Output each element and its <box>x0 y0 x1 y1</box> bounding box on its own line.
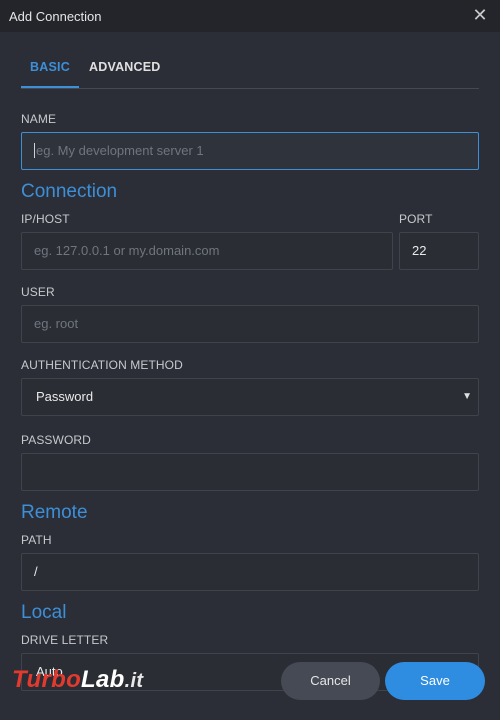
watermark-part-3: .it <box>124 670 144 692</box>
host-placeholder: eg. 127.0.0.1 or my.domain.com <box>34 243 220 258</box>
tab-bar: BASIC ADVANCED <box>21 52 479 89</box>
user-placeholder: eg. root <box>34 316 79 331</box>
path-label: PATH <box>21 533 52 547</box>
port-input[interactable]: 22 <box>399 232 479 270</box>
host-input[interactable]: eg. 127.0.0.1 or my.domain.com <box>21 232 393 270</box>
port-label: PORT <box>399 212 433 226</box>
tab-advanced[interactable]: ADVANCED <box>89 52 161 86</box>
tab-basic[interactable]: BASIC <box>21 52 79 88</box>
watermark-part-2: Lab <box>81 666 125 693</box>
window-title: Add Connection <box>9 9 102 24</box>
section-connection: Connection <box>21 181 118 202</box>
path-input[interactable]: / <box>21 553 479 591</box>
title-bar: Add Connection ✕ <box>0 0 500 32</box>
user-input[interactable]: eg. root <box>21 305 479 343</box>
password-label: PASSWORD <box>21 433 91 447</box>
user-label: USER <box>21 285 55 299</box>
password-input[interactable] <box>21 453 479 491</box>
host-label: IP/HOST <box>21 212 70 226</box>
auth-method-value: Password <box>36 389 94 404</box>
close-icon[interactable]: ✕ <box>466 4 494 28</box>
name-input[interactable]: eg. My development server 1 <box>21 132 479 170</box>
section-local: Local <box>21 602 67 623</box>
name-placeholder: eg. My development server 1 <box>36 143 204 158</box>
text-caret <box>34 143 35 158</box>
port-value: 22 <box>412 243 427 258</box>
section-remote: Remote <box>21 502 88 523</box>
save-button[interactable]: Save <box>385 662 485 700</box>
watermark-part-1: Turbo <box>12 666 82 693</box>
drive-letter-label: DRIVE LETTER <box>21 633 109 647</box>
dropdown-arrow-icon: ▼ <box>462 391 472 402</box>
auth-method-label: AUTHENTICATION METHOD <box>21 358 183 372</box>
cancel-button[interactable]: Cancel <box>281 662 380 700</box>
name-label: NAME <box>21 112 57 126</box>
path-value: / <box>34 564 38 579</box>
turbolab-watermark-logo: TurboLab.it <box>12 666 143 694</box>
auth-method-select[interactable]: Password ▼ <box>21 378 479 416</box>
